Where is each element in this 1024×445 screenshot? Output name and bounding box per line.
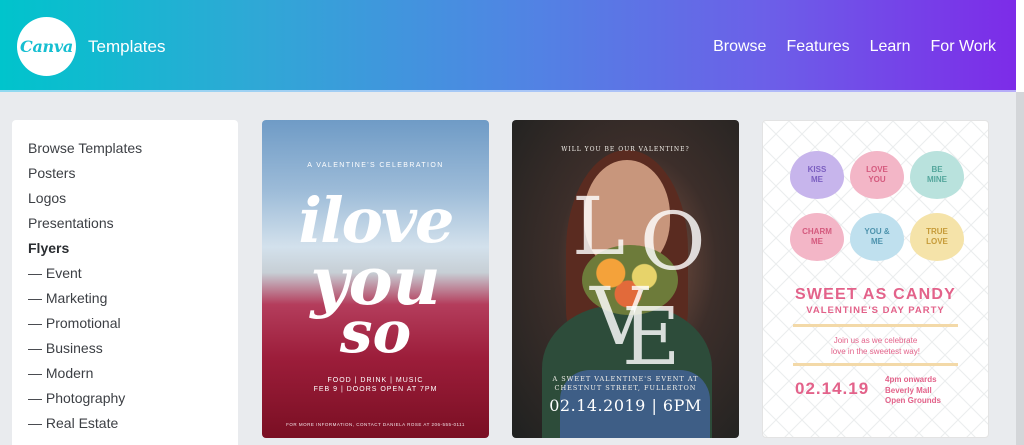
- candy-heart-kiss-me: KISS ME: [790, 151, 844, 199]
- card-letter-o: O: [640, 195, 706, 288]
- sidebar-item-modern[interactable]: — Modern: [28, 365, 238, 390]
- heart-text-line-1: YOU &: [864, 227, 890, 236]
- window-edge: [1016, 0, 1024, 92]
- card-letter-e: E: [622, 290, 681, 383]
- heart-text-line-1: TRUE: [926, 227, 948, 236]
- nav-features[interactable]: Features: [786, 38, 849, 56]
- candy-heart-charm-me: CHARM ME: [790, 213, 844, 261]
- card-subtitle: VALENTINE'S DAY PARTY: [806, 305, 945, 316]
- card-footer-line-1: A SWEET VALENTINE'S EVENT AT: [552, 375, 699, 383]
- card-message-line-1: Join us as we celebrate: [833, 336, 918, 345]
- top-nav: Browse Features Learn For Work: [713, 38, 996, 56]
- event-venue: Beverly Mall: [885, 385, 932, 395]
- sidebar-item-posters[interactable]: Posters: [28, 165, 238, 190]
- candy-heart-be-mine: BE MINE: [910, 151, 964, 199]
- sidebar-item-logos[interactable]: Logos: [28, 190, 238, 215]
- heart-text-line-2: ME: [810, 175, 823, 184]
- sidebar-item-presentations[interactable]: Presentations: [28, 215, 238, 240]
- card-footer-line-2: CHESTNUT STREET, FULLERTON: [554, 384, 697, 392]
- templates-page: Canva Templates Browse Features Learn Fo…: [0, 0, 1024, 445]
- heart-text-line-2: MINE: [927, 175, 947, 184]
- card-date: 02.14.2019 | 6PM: [549, 396, 702, 415]
- heart-text-line-2: ME: [871, 237, 883, 246]
- sidebar-item-business[interactable]: — Business: [28, 340, 238, 365]
- logo-text: Canva: [20, 37, 73, 56]
- heart-text-line-1: BE: [931, 165, 943, 174]
- heart-text-line-1: KISS: [807, 165, 827, 174]
- candy-heart-true-love: TRUE LOVE: [910, 213, 964, 261]
- candy-heart-love-you: LOVE YOU: [850, 151, 904, 199]
- card-date: 02.14.19: [795, 379, 870, 398]
- header-divider: [0, 90, 1016, 92]
- card-event-info: 4pm onwards Beverly Mall Open Grounds: [885, 375, 941, 407]
- candy-heart-you-and-me: YOU & ME: [850, 213, 904, 261]
- sidebar-item-flyers[interactable]: Flyers: [28, 240, 238, 265]
- sidebar-item-browse-templates[interactable]: Browse Templates: [28, 140, 238, 165]
- card-footer-line-3: FOR MORE INFORMATION, CONTACT DANIELA RO…: [286, 422, 465, 427]
- heart-text-line-2: YOU: [868, 175, 886, 184]
- card-headline-line-3: so: [339, 298, 412, 366]
- card-subtitle: WILL YOU BE OUR VALENTINE?: [561, 146, 690, 153]
- canva-logo[interactable]: Canva: [17, 17, 76, 76]
- divider-bottom: [793, 363, 958, 366]
- nav-learn[interactable]: Learn: [870, 38, 911, 56]
- top-header: Canva Templates Browse Features Learn Fo…: [0, 0, 1024, 92]
- card-footer-line-1: FOOD | DRINK | MUSIC: [327, 377, 424, 384]
- category-sidebar: Browse Templates Posters Logos Presentat…: [12, 120, 238, 445]
- scrollbar-track[interactable]: [1016, 92, 1024, 445]
- event-time: 4pm onwards: [885, 375, 937, 384]
- card-letter-l: L: [572, 180, 626, 273]
- heart-text-line-2: LOVE: [926, 237, 948, 246]
- divider-top: [793, 324, 958, 327]
- card-footer-line-2: FEB 9 | DOORS OPEN AT 7PM: [313, 386, 438, 393]
- sidebar-item-promotional[interactable]: — Promotional: [28, 315, 238, 340]
- nav-browse[interactable]: Browse: [713, 38, 766, 56]
- template-card-i-love-you-so[interactable]: A VALENTINE'S CELEBRATION ilove you so F…: [262, 120, 489, 438]
- nav-for-work[interactable]: For Work: [931, 38, 996, 56]
- heart-text-line-2: ME: [811, 237, 823, 246]
- card-message-line-2: love in the sweetest way!: [831, 347, 920, 356]
- heart-text-line-1: LOVE: [866, 165, 888, 174]
- brand-title[interactable]: Templates: [88, 37, 165, 57]
- event-location: Open Grounds: [885, 396, 941, 405]
- sidebar-item-marketing[interactable]: — Marketing: [28, 290, 238, 315]
- sidebar-item-real-estate[interactable]: — Real Estate: [28, 415, 238, 440]
- card-subtitle: A VALENTINE'S CELEBRATION: [307, 162, 444, 169]
- heart-text-line-1: CHARM: [802, 227, 832, 236]
- card-title: SWEET AS CANDY: [794, 286, 957, 303]
- sidebar-item-event[interactable]: — Event: [28, 265, 238, 290]
- template-card-sweet-as-candy[interactable]: KISS ME LOVE YOU BE MINE CHARM ME YOU & ME TR…: [762, 120, 989, 438]
- sidebar-item-photography[interactable]: — Photography: [28, 390, 238, 415]
- template-card-love-photo[interactable]: WILL YOU BE OUR VALENTINE? L O V E A SWE…: [512, 120, 739, 438]
